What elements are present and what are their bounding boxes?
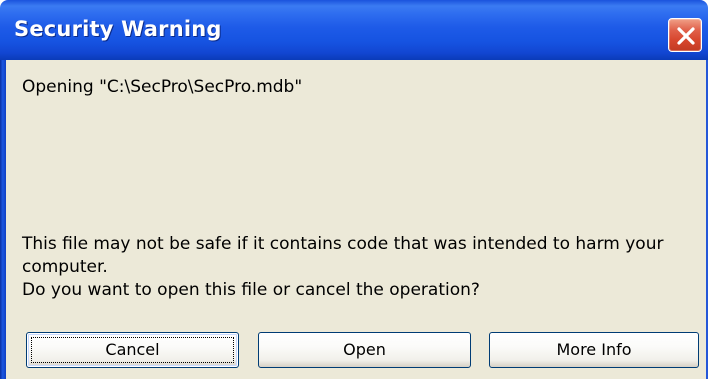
window-title: Security Warning <box>14 17 222 41</box>
open-button[interactable]: Open <box>258 332 471 368</box>
more-info-button[interactable]: More Info <box>489 332 699 368</box>
more-info-button-label: More Info <box>556 340 632 359</box>
question-text: Do you want to open this file or cancel … <box>22 280 480 300</box>
open-button-label: Open <box>343 340 386 359</box>
cancel-button[interactable]: Cancel <box>26 332 239 368</box>
opening-file-text: Opening "C:\SecPro\SecPro.mdb" <box>22 77 303 97</box>
title-bar[interactable]: Security Warning <box>0 0 708 60</box>
close-icon <box>677 27 695 45</box>
cancel-button-label: Cancel <box>105 340 160 359</box>
close-button[interactable] <box>668 18 702 52</box>
warning-text-line-1: This file may not be safe if it contains… <box>22 234 664 254</box>
security-warning-dialog: Security Warning Opening "C:\SecPro\SecP… <box>0 0 708 379</box>
warning-text-line-2: computer. <box>22 257 108 277</box>
